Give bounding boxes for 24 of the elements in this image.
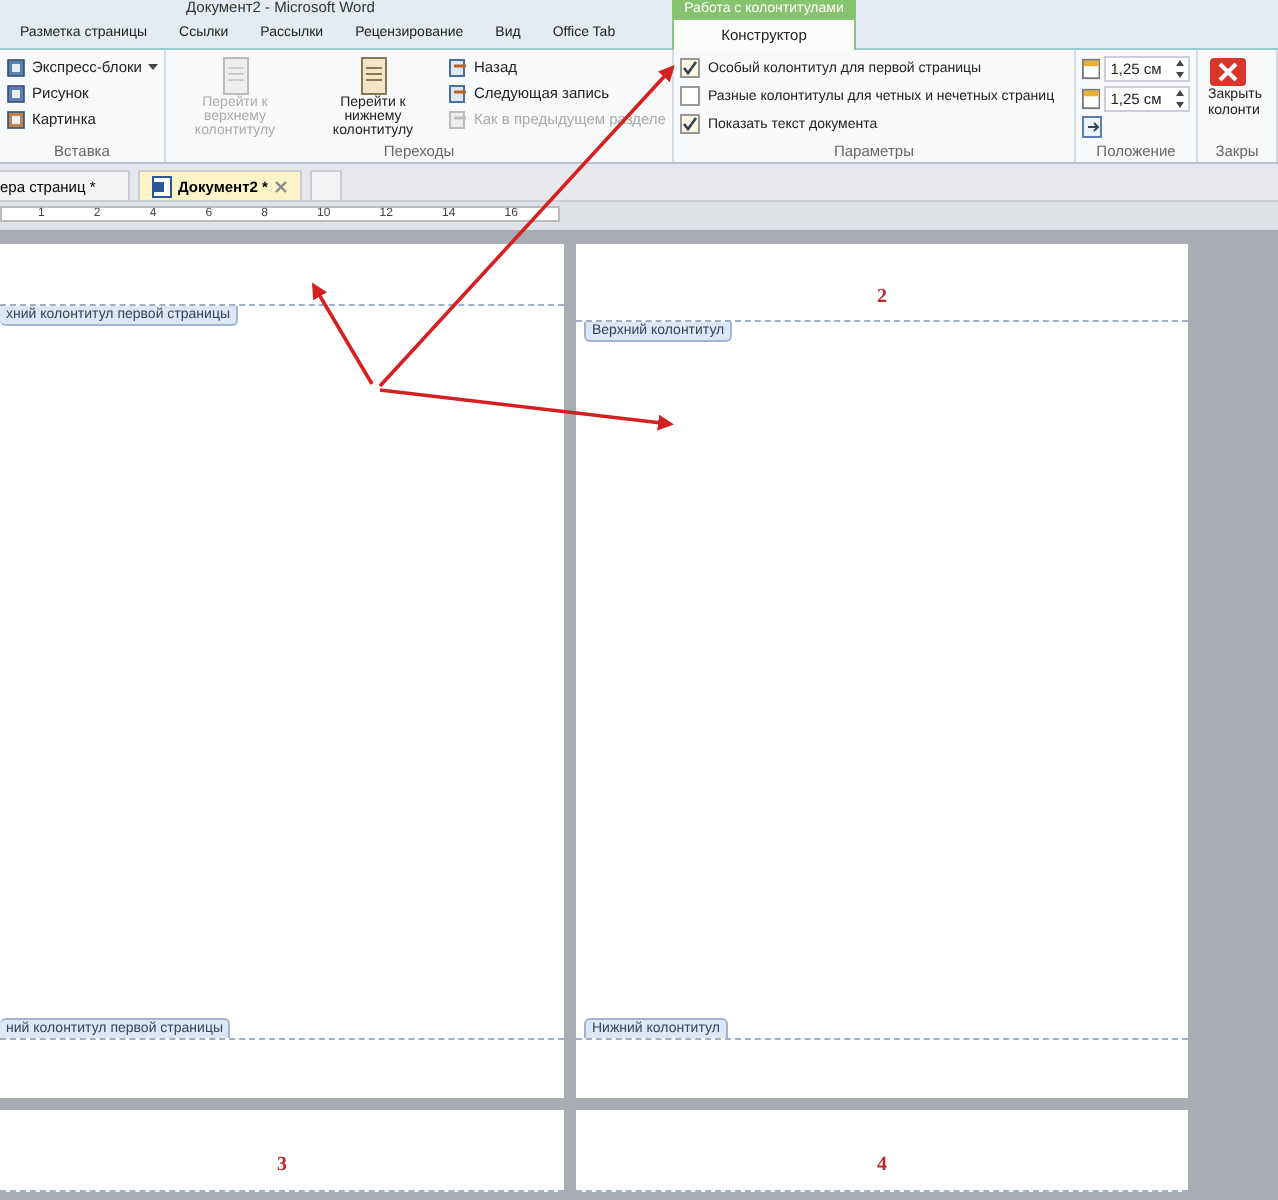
blocks-icon (6, 57, 26, 77)
spin-arrows-icon[interactable] (1176, 90, 1184, 108)
document-icon (152, 175, 172, 197)
picture-icon (6, 83, 26, 103)
page-icon (357, 56, 389, 96)
spin-arrows-icon[interactable] (1176, 60, 1184, 78)
clipart-icon (6, 109, 26, 129)
page-icon (219, 56, 251, 96)
header-nav-icon (448, 57, 468, 77)
tab-align-icon[interactable] (1082, 116, 1102, 138)
caret-icon (147, 63, 158, 71)
close-icon (1208, 56, 1248, 88)
header-nav-icon (448, 83, 468, 103)
page-number: 2 (877, 285, 887, 307)
margin-icon (1082, 88, 1101, 110)
header-nav-icon (448, 109, 468, 129)
checkbox[interactable] (680, 114, 700, 134)
checkbox[interactable] (680, 58, 700, 78)
page-number: 3 (277, 1153, 287, 1175)
arrow (311, 282, 374, 385)
page-number: 4 (877, 1153, 887, 1175)
close-icon[interactable] (273, 179, 288, 193)
margin-icon (1082, 58, 1101, 80)
checkbox[interactable] (680, 86, 700, 106)
